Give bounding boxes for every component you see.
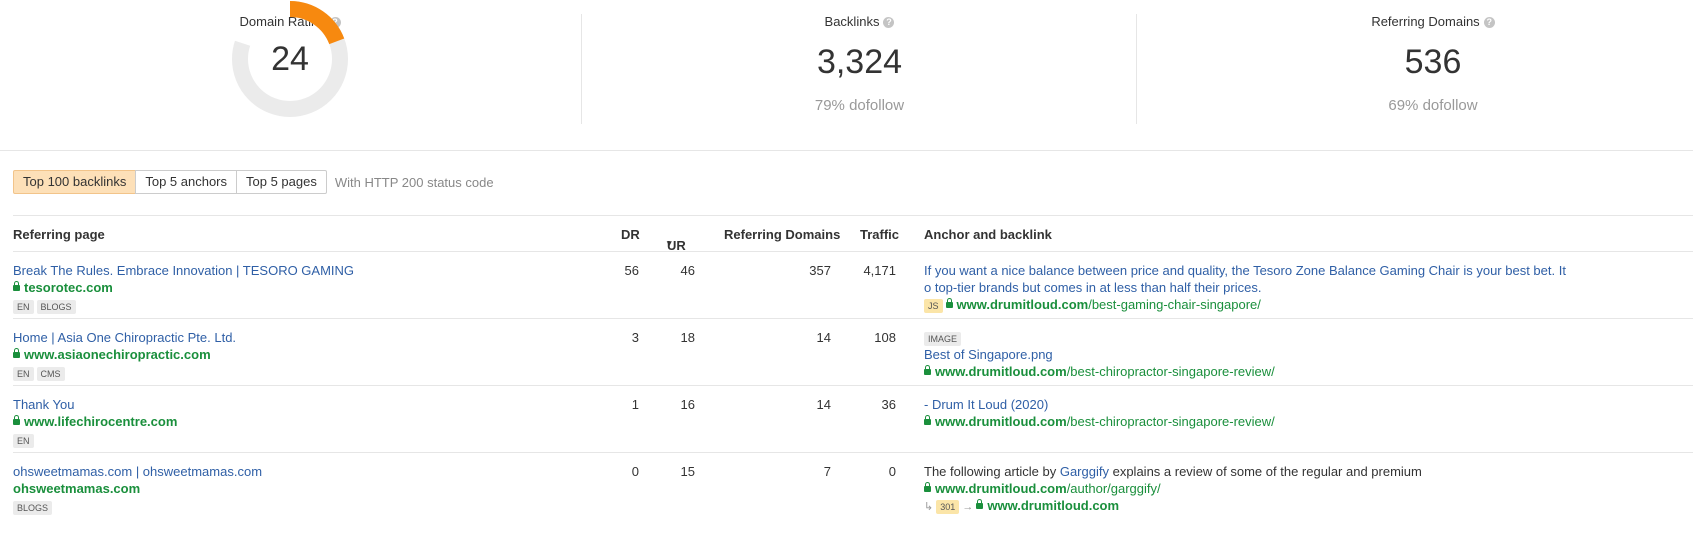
rd-value[interactable]: 14 <box>773 396 831 413</box>
table-row: Home | Asia One Chiropractic Pte. Ltd. w… <box>13 319 1693 386</box>
ur-value: 46 <box>680 263 695 278</box>
table-row: Thank You www.lifechirocentre.com EN 1 1… <box>13 386 1693 453</box>
referring-page-domain[interactable]: ohsweetmamas.com <box>13 480 262 497</box>
lock-icon <box>924 365 931 375</box>
lock-icon <box>13 281 20 291</box>
backlinks-title: Backlinks <box>824 14 880 29</box>
tab-top-5-pages[interactable]: Top 5 pages <box>236 170 327 194</box>
traffic-value[interactable]: 4,171 <box>843 262 896 279</box>
referring-domains-title: Referring Domains <box>1371 14 1480 29</box>
anchor-text: The following article by Garggify explai… <box>924 464 1422 479</box>
ur-value: 15 <box>680 464 695 479</box>
rd-value[interactable]: 14 <box>773 329 831 346</box>
domain-text: www.lifechirocentre.com <box>24 414 178 429</box>
domain-text: tesorotec.com <box>24 280 113 295</box>
anchor-text: - Drum It Loud (2020) <box>924 397 1049 412</box>
anchor-link[interactable]: Garggify <box>1060 464 1109 479</box>
lock-icon <box>924 482 931 492</box>
platform-tag: CMS <box>36 367 65 381</box>
table-header: Referring page DR UR ▾ Referring Domains… <box>13 215 1693 253</box>
tab-top-100-backlinks[interactable]: Top 100 backlinks <box>13 170 137 194</box>
lock-icon <box>13 415 20 425</box>
referring-domains-dofollow: 69% dofollow <box>1388 97 1478 114</box>
metrics-panel: Domain Rating? 24 Backlinks? 3,324 79% d… <box>0 0 1693 151</box>
referring-domains-metric: Referring Domains? 536 69% dofollow <box>1137 0 1693 140</box>
dr-value: 1 <box>631 397 639 412</box>
referring-page-title[interactable]: Home | Asia One Chiropractic Pte. Ltd. <box>13 329 236 346</box>
tab-top-5-anchors[interactable]: Top 5 anchors <box>135 170 238 194</box>
traffic-value[interactable]: 36 <box>843 396 896 413</box>
language-tag: EN <box>13 434 34 448</box>
backlink-url[interactable]: www.drumitloud.com/best-gaming-chair-sin… <box>945 297 1261 312</box>
language-tag: EN <box>13 300 34 314</box>
ur-value: 16 <box>680 397 695 412</box>
backlink-url[interactable]: www.drumitloud.com/best-chiropractor-sin… <box>924 414 1275 429</box>
anchor-text: Best of Singapore.png <box>924 347 1053 362</box>
col-referring-page[interactable]: Referring page <box>13 227 105 242</box>
lock-icon <box>976 499 984 509</box>
referring-page-domain[interactable]: www.asiaonechiropractic.com <box>13 346 236 363</box>
col-anchor-backlink[interactable]: Anchor and backlink <box>924 227 1052 242</box>
ur-value: 18 <box>680 330 695 345</box>
help-icon[interactable]: ? <box>1483 17 1495 28</box>
lock-icon <box>945 298 953 308</box>
redirect-code-badge: 301 <box>936 500 960 514</box>
referring-page-domain[interactable]: www.lifechirocentre.com <box>13 413 177 430</box>
sort-desc-icon: ▾ <box>667 238 672 248</box>
traffic-value[interactable]: 108 <box>843 329 896 346</box>
backlink-url[interactable]: www.drumitloud.com/best-chiropractor-sin… <box>924 364 1275 379</box>
language-tag: EN <box>13 367 34 381</box>
lock-icon <box>13 348 20 358</box>
redirect-target-url[interactable]: www.drumitloud.com <box>976 498 1119 513</box>
col-traffic[interactable]: Traffic <box>860 227 899 242</box>
referring-page-domain[interactable]: tesorotec.com <box>13 279 354 296</box>
dr-value: 3 <box>631 330 639 345</box>
rd-value[interactable]: 357 <box>773 262 831 279</box>
redirect-arrow-icon: ↳ <box>924 501 937 513</box>
backlinks-value[interactable]: 3,324 <box>582 43 1137 82</box>
rd-value[interactable]: 7 <box>773 463 831 480</box>
col-referring-domains[interactable]: Referring Domains <box>724 227 840 242</box>
js-badge: JS <box>924 299 943 313</box>
filter-note: With HTTP 200 status code <box>334 174 494 190</box>
platform-tag: BLOGS <box>13 501 53 515</box>
backlink-url[interactable]: www.drumitloud.com/author/garggify/ <box>924 481 1161 496</box>
table-row: Break The Rules. Embrace Innovation | TE… <box>13 252 1693 319</box>
dr-value: 56 <box>624 263 639 278</box>
platform-tag: BLOGS <box>36 300 76 314</box>
anchor-text: o top-tier brands but comes in at less t… <box>924 280 1262 295</box>
view-tabs: Top 100 backlinks Top 5 anchors Top 5 pa… <box>13 170 494 194</box>
referring-page-title[interactable]: ohsweetmamas.com | ohsweetmamas.com <box>13 463 262 480</box>
table-row: ohsweetmamas.com | ohsweetmamas.com ohsw… <box>13 453 1693 519</box>
backlinks-dofollow: 79% dofollow <box>814 97 905 114</box>
referring-page-title[interactable]: Break The Rules. Embrace Innovation | TE… <box>13 262 354 279</box>
help-icon[interactable]: ? <box>883 17 895 28</box>
arrow-right-icon: → <box>962 501 977 513</box>
backlinks-table: Referring page DR UR ▾ Referring Domains… <box>13 215 1693 519</box>
domain-rating-value: 24 <box>271 40 309 78</box>
referring-page-title[interactable]: Thank You <box>13 396 177 413</box>
domain-text: www.asiaonechiropractic.com <box>24 347 211 362</box>
backlinks-metric: Backlinks? 3,324 79% dofollow <box>582 0 1137 140</box>
referring-domains-value[interactable]: 536 <box>1137 43 1693 82</box>
dr-value: 0 <box>631 464 639 479</box>
lock-icon <box>924 415 931 425</box>
col-dr[interactable]: DR <box>621 227 640 242</box>
image-badge: IMAGE <box>924 332 962 346</box>
traffic-value[interactable]: 0 <box>843 463 896 480</box>
anchor-text: If you want a nice balance between price… <box>924 263 1566 278</box>
